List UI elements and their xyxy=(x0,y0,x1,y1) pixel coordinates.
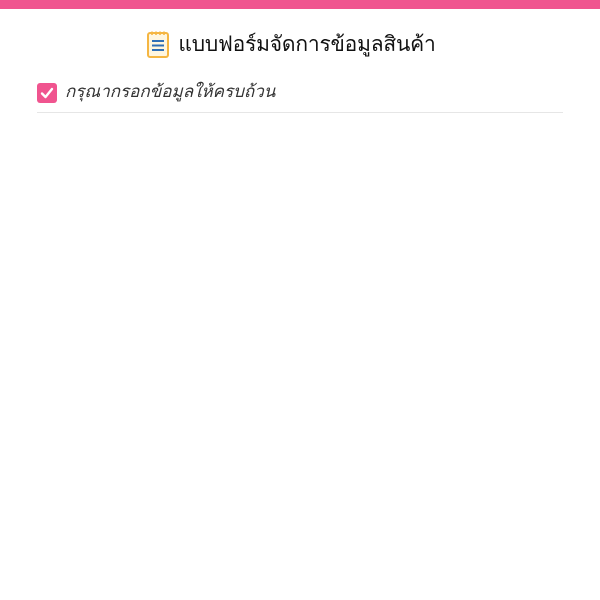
top-accent-bar xyxy=(0,0,600,9)
page-title: แบบฟอร์มจัดการข้อมูลสินค้า xyxy=(178,31,436,56)
title-group: แบบฟอร์มจัดการข้อมูลสินค้า xyxy=(146,28,436,61)
notice-text: กรุณากรอกข้อมูลให้ครบถ้วน xyxy=(65,82,276,102)
check-icon xyxy=(37,83,57,103)
required-notice: กรุณากรอกข้อมูลให้ครบถ้วน xyxy=(37,80,563,113)
form-header: แบบฟอร์มจัดการข้อมูลสินค้า xyxy=(0,26,600,62)
notepad-icon xyxy=(146,30,170,58)
